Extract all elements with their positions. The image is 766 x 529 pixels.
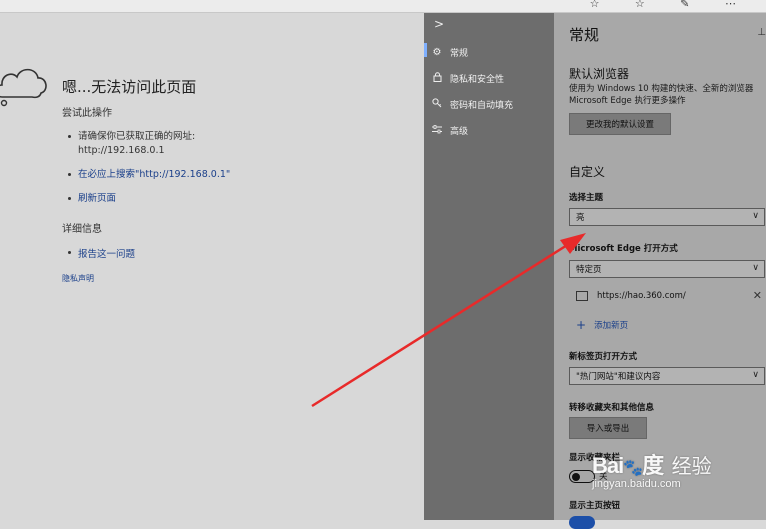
settings-nav: > ⚙ 常规 隐私和安全性 密码和自动填充 高级	[423, 13, 554, 520]
plus-icon: +	[576, 318, 587, 332]
list-item: 请确保你已获取正确的网址: http://192.168.0.1	[66, 130, 230, 158]
close-icon[interactable]: ✕	[753, 289, 762, 302]
report-issue-link[interactable]: 报告这一问题	[66, 246, 135, 260]
home-button-toggle[interactable]	[569, 516, 595, 529]
try-label: 尝试此操作	[62, 108, 112, 119]
specific-page-url: https://hao.360.com/	[597, 291, 686, 301]
change-default-button[interactable]: 更改我的默认设置	[569, 113, 671, 135]
default-browser-desc: 使用为 Windows 10 构建的快速、全新的浏览器 Microsoft Ed…	[569, 84, 754, 106]
chevron-down-icon: ∨	[752, 263, 759, 273]
page-icon	[576, 291, 588, 301]
nav-item-label: 高级	[450, 127, 469, 137]
settings-panel: 常规 ⊥ 默认浏览器 使用为 Windows 10 构建的快速、全新的浏览器 M…	[554, 13, 766, 529]
nav-item-advanced[interactable]: 高级	[430, 124, 468, 137]
browser-toolbar-strip: ☆ ☆ ✎ ⋯	[0, 0, 766, 13]
theme-select[interactable]: 亮 ∨	[569, 208, 765, 226]
sliders-icon	[430, 124, 444, 137]
add-page-link[interactable]: + 添加新页	[576, 318, 628, 332]
new-tab-value: "热门网站"和建议内容	[576, 372, 661, 382]
check-url-line: 请确保你已获取正确的网址:	[78, 131, 196, 142]
chevron-down-icon: ∨	[752, 370, 759, 380]
error-title: 嗯...无法访问此页面	[62, 78, 197, 96]
baidu-logo: Bai🐾度	[592, 453, 664, 478]
baidu-watermark: Bai🐾度 经验 jingyan.baidu.com	[592, 448, 712, 490]
theme-label: 选择主题	[569, 193, 604, 203]
open-with-select[interactable]: 特定页 ∨	[569, 260, 765, 278]
nav-item-label: 密码和自动填充	[450, 101, 514, 111]
new-tab-select[interactable]: "热门网站"和建议内容 ∨	[569, 367, 765, 385]
import-export-button[interactable]: 导入或导出	[569, 417, 647, 439]
open-with-label: Microsoft Edge 打开方式	[569, 244, 678, 254]
jingyan-label: 经验	[671, 456, 712, 478]
url-text: http://192.168.0.1	[78, 145, 165, 156]
default-browser-heading: 默认浏览器	[569, 67, 630, 81]
suggestion-list: 请确保你已获取正确的网址: http://192.168.0.1 在必应上搜索"…	[66, 130, 230, 216]
open-with-value: 特定页	[576, 265, 602, 275]
nav-item-label: 隐私和安全性	[450, 75, 505, 85]
gear-icon: ⚙	[432, 47, 442, 58]
paw-icon: 🐾	[623, 460, 643, 477]
nav-item-privacy[interactable]: 隐私和安全性	[430, 72, 504, 85]
theme-value: 亮	[576, 213, 585, 223]
error-page: 嗯...无法访问此页面 尝试此操作 请确保你已获取正确的网址: http://1…	[0, 13, 424, 520]
transfer-label: 转移收藏夹和其他信息	[569, 403, 655, 413]
toggle-knob	[572, 472, 580, 481]
show-home-button-label: 显示主页按钮	[569, 501, 621, 511]
key-icon	[430, 98, 444, 111]
expand-chevron-icon[interactable]: >	[434, 17, 444, 31]
nav-item-general[interactable]: ⚙ 常规	[423, 43, 469, 59]
toolbar-icons[interactable]: ☆ ☆ ✎ ⋯	[590, 0, 752, 10]
cloud-icon	[0, 68, 47, 107]
pin-icon[interactable]: ⊥	[757, 27, 766, 38]
watermark-url: jingyan.baidu.com	[592, 478, 681, 490]
details-label: 详细信息	[62, 224, 102, 235]
search-bing-link[interactable]: 在必应上搜索"http://192.168.0.1"	[66, 168, 230, 182]
new-tab-label: 新标签页打开方式	[569, 352, 638, 362]
add-page-label: 添加新页	[594, 321, 629, 331]
specific-page-row: https://hao.360.com/ ✕	[576, 289, 766, 302]
settings-title: 常规	[569, 26, 600, 44]
refresh-link[interactable]: 刷新页面	[66, 192, 230, 206]
chevron-down-icon: ∨	[752, 211, 759, 221]
nav-item-label: 常规	[450, 49, 469, 59]
nav-item-passwords[interactable]: 密码和自动填充	[430, 98, 513, 111]
privacy-link[interactable]: 隐私声明	[62, 273, 94, 284]
customize-heading: 自定义	[569, 165, 606, 179]
lock-icon	[430, 72, 444, 85]
